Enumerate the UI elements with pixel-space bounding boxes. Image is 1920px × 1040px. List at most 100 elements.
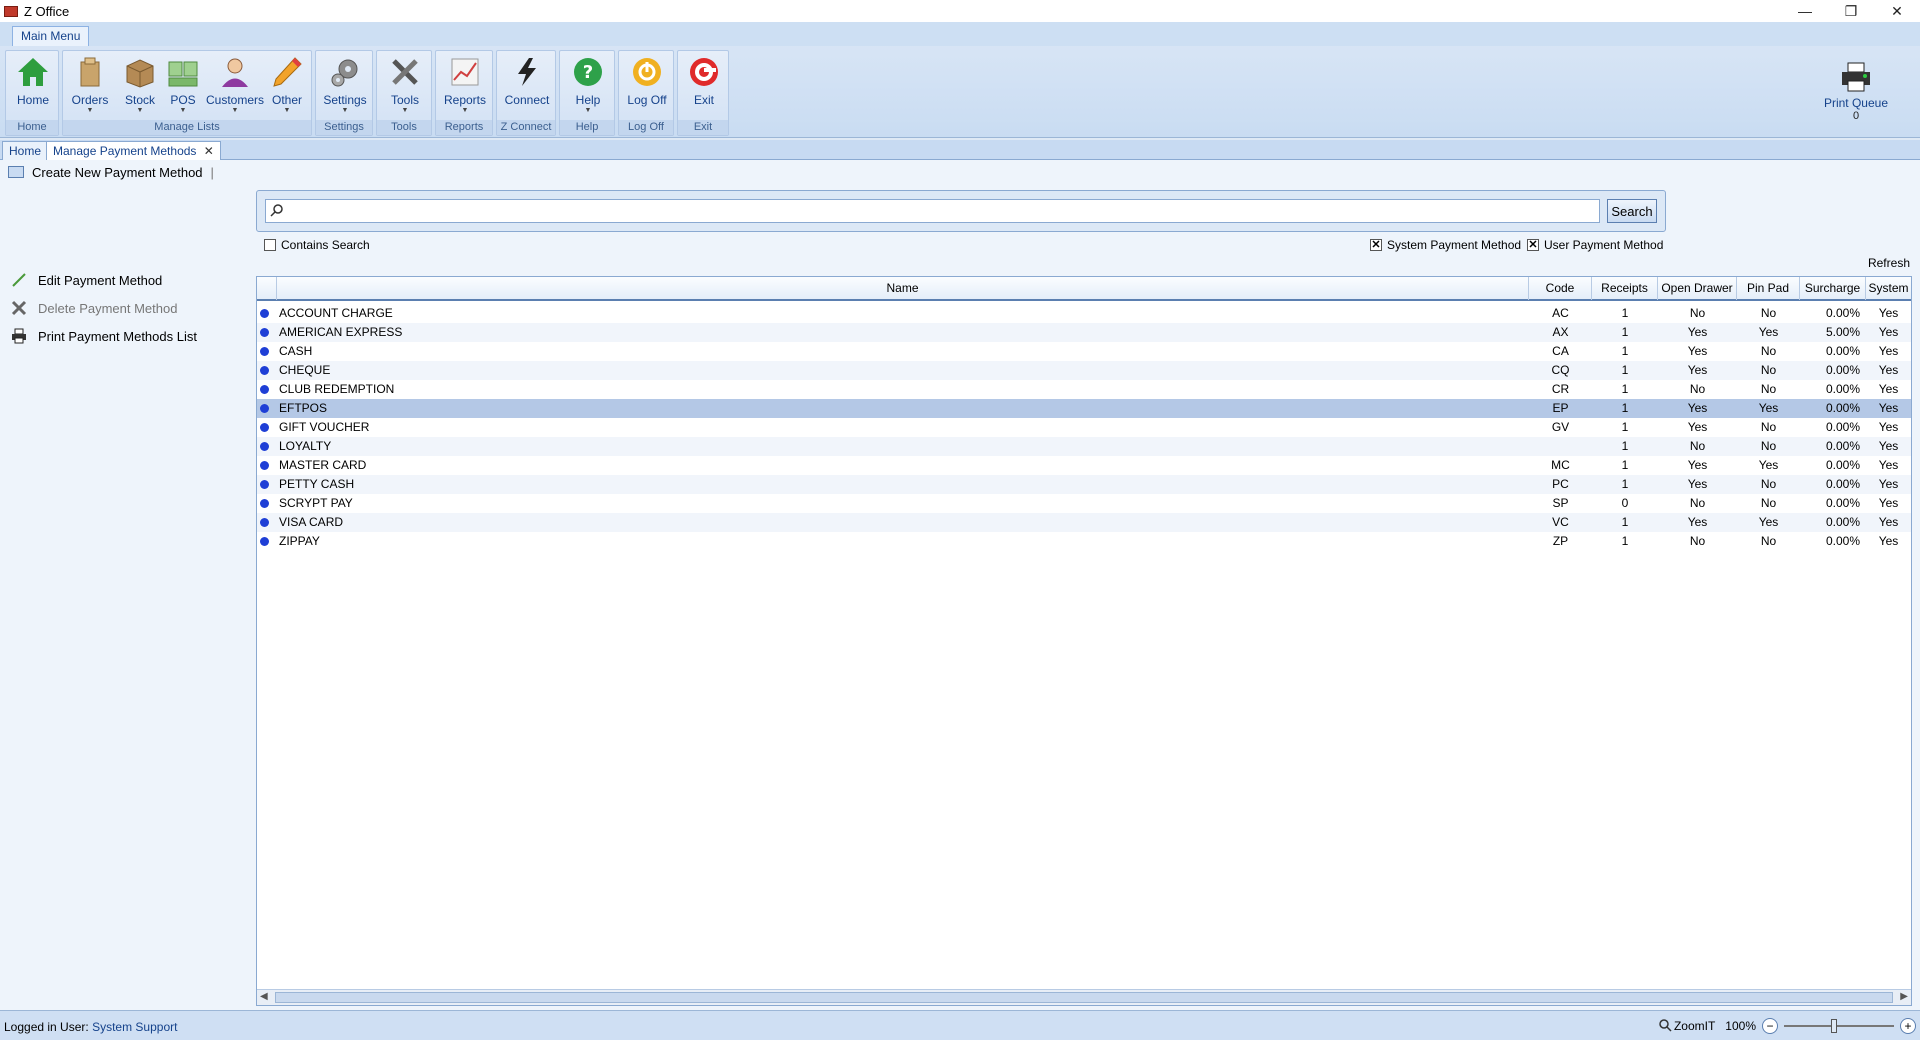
cell-open-drawer: Yes [1687, 477, 1708, 491]
table-row[interactable]: GIFT VOUCHER GV 1 Yes No 0.00% Yes [257, 418, 1911, 437]
system-payment-method-checkbox[interactable]: ✕ System Payment Method [1370, 238, 1521, 252]
cell-receipts: 1 [1621, 382, 1629, 396]
scroll-right-icon[interactable]: ▶ [1900, 991, 1908, 1002]
cell-pin-pad: No [1760, 306, 1777, 320]
tab-manage-label: Manage Payment Methods [53, 144, 197, 158]
column-header-surcharge[interactable]: Surcharge [1800, 277, 1866, 300]
edit-payment-method-button[interactable]: Edit Payment Method [10, 270, 162, 290]
group-label-zconnect: Z Connect [497, 120, 555, 135]
cell-open-drawer: Yes [1687, 401, 1708, 415]
table-row[interactable]: CLUB REDEMPTION CR 1 No No 0.00% Yes [257, 380, 1911, 399]
cell-system: Yes [1878, 382, 1899, 396]
help-button[interactable]: ? Help ▼ [564, 53, 612, 117]
tab-close-icon[interactable]: ✕ [204, 144, 214, 158]
column-header-name[interactable]: Name [277, 277, 1529, 300]
zoomit-label[interactable]: ZoomIT [1674, 1019, 1715, 1033]
cell-surcharge: 0.00% [1825, 363, 1860, 377]
system-gear-icon [260, 347, 269, 356]
cell-name: CASH [279, 344, 313, 358]
group-label-home: Home [6, 120, 58, 135]
column-header-open-drawer[interactable]: Open Drawer [1658, 277, 1737, 300]
cell-receipts: 1 [1621, 325, 1629, 339]
cell-code: GV [1551, 420, 1570, 434]
search-button[interactable]: Search [1607, 199, 1657, 223]
zoom-out-button[interactable]: − [1762, 1018, 1778, 1034]
cell-pin-pad: Yes [1758, 458, 1779, 472]
zoom-slider[interactable] [1784, 1019, 1894, 1033]
table-row[interactable]: CASH CA 1 Yes No 0.00% Yes [257, 342, 1911, 361]
horizontal-scrollbar[interactable]: ◀ ▶ [257, 989, 1911, 1005]
table-row[interactable]: ZIPPAY ZP 1 No No 0.00% Yes [257, 532, 1911, 551]
pencil-icon [270, 55, 304, 89]
table-row[interactable]: ACCOUNT CHARGE AC 1 No No 0.00% Yes [257, 304, 1911, 323]
user-payment-method-checkbox[interactable]: ✕ User Payment Method [1527, 238, 1663, 252]
system-gear-icon [260, 309, 269, 318]
system-gear-icon [260, 328, 269, 337]
orders-button[interactable]: Orders ▼ [67, 53, 113, 117]
payment-methods-grid: Name Code Receipts Open Drawer Pin Pad S… [256, 276, 1912, 1006]
cell-name: PETTY CASH [279, 477, 355, 491]
table-row[interactable]: PETTY CASH PC 1 Yes No 0.00% Yes [257, 475, 1911, 494]
print-queue-count: 0 [1852, 110, 1860, 122]
tools-button[interactable]: Tools ▼ [381, 53, 429, 117]
app-icon [4, 5, 18, 17]
system-gear-icon [260, 442, 269, 451]
delete-payment-method-button[interactable]: Delete Payment Method [10, 298, 177, 318]
pos-terminal-icon [166, 55, 200, 89]
cell-surcharge: 0.00% [1825, 344, 1860, 358]
exit-button[interactable]: Exit [682, 53, 726, 117]
minimize-button[interactable]: — [1782, 0, 1828, 22]
table-row[interactable]: MASTER CARD MC 1 Yes Yes 0.00% Yes [257, 456, 1911, 475]
cell-receipts: 1 [1621, 306, 1629, 320]
scrollbar-thumb[interactable] [275, 992, 1893, 1003]
column-header-receipts[interactable]: Receipts [1592, 277, 1658, 300]
cell-code: AX [1552, 325, 1569, 339]
cell-system: Yes [1878, 439, 1899, 453]
column-header-code[interactable]: Code [1529, 277, 1592, 300]
cell-surcharge: 0.00% [1825, 401, 1860, 415]
pos-button[interactable]: POS ▼ [163, 53, 203, 117]
logoff-button[interactable]: Log Off [623, 53, 671, 117]
restore-button[interactable]: ❐ [1828, 0, 1874, 22]
contains-search-checkbox[interactable]: Contains Search [264, 238, 370, 252]
cell-code: AC [1552, 306, 1569, 320]
reports-button[interactable]: Reports ▼ [440, 53, 490, 117]
create-new-payment-method-button[interactable]: Create New Payment Method [32, 165, 203, 180]
table-row[interactable]: EFTPOS EP 1 Yes Yes 0.00% Yes [257, 399, 1911, 418]
column-header-system[interactable]: System [1866, 277, 1911, 300]
cell-pin-pad: No [1760, 363, 1777, 377]
cell-system: Yes [1878, 534, 1899, 548]
group-label-logoff: Log Off [619, 120, 673, 135]
zoom-slider-thumb[interactable] [1831, 1019, 1837, 1033]
cell-open-drawer: Yes [1687, 344, 1708, 358]
table-row[interactable]: LOYALTY 1 No No 0.00% Yes [257, 437, 1911, 456]
other-button[interactable]: Other ▼ [267, 53, 307, 117]
tab-manage-payment-methods[interactable]: Manage Payment Methods ✕ [46, 141, 221, 160]
search-input[interactable] [265, 199, 1600, 223]
cell-name: VISA CARD [279, 515, 344, 529]
stock-button[interactable]: Stock ▼ [117, 53, 163, 117]
refresh-link[interactable]: Refresh [1868, 256, 1910, 270]
table-row[interactable]: VISA CARD VC 1 Yes Yes 0.00% Yes [257, 513, 1911, 532]
cell-open-drawer: No [1689, 306, 1706, 320]
connect-button[interactable]: Connect [501, 53, 553, 117]
customers-button[interactable]: Customers ▼ [205, 53, 265, 117]
home-button[interactable]: Home [10, 53, 56, 117]
cell-open-drawer: No [1689, 382, 1706, 396]
zoom-in-button[interactable]: + [1900, 1018, 1916, 1034]
table-row[interactable]: CHEQUE CQ 1 Yes No 0.00% Yes [257, 361, 1911, 380]
print-queue-button[interactable]: Print Queue 0 [1818, 58, 1894, 122]
scroll-left-icon[interactable]: ◀ [260, 991, 268, 1002]
table-row[interactable]: SCRYPT PAY SP 0 No No 0.00% Yes [257, 494, 1911, 513]
group-zconnect: Connect Z Connect [496, 50, 556, 136]
tab-main-menu[interactable]: Main Menu [12, 26, 90, 46]
tab-home[interactable]: Home [2, 141, 49, 160]
close-button[interactable]: ✕ [1874, 0, 1920, 22]
settings-button[interactable]: Settings ▼ [320, 53, 370, 117]
column-header-pin-pad[interactable]: Pin Pad [1737, 277, 1800, 300]
report-chart-icon [448, 55, 482, 89]
print-payment-methods-list-button[interactable]: Print Payment Methods List [10, 326, 197, 346]
checkbox-unchecked [264, 239, 276, 251]
cell-surcharge: 5.00% [1825, 325, 1860, 339]
table-row[interactable]: AMERICAN EXPRESS AX 1 Yes Yes 5.00% Yes [257, 323, 1911, 342]
